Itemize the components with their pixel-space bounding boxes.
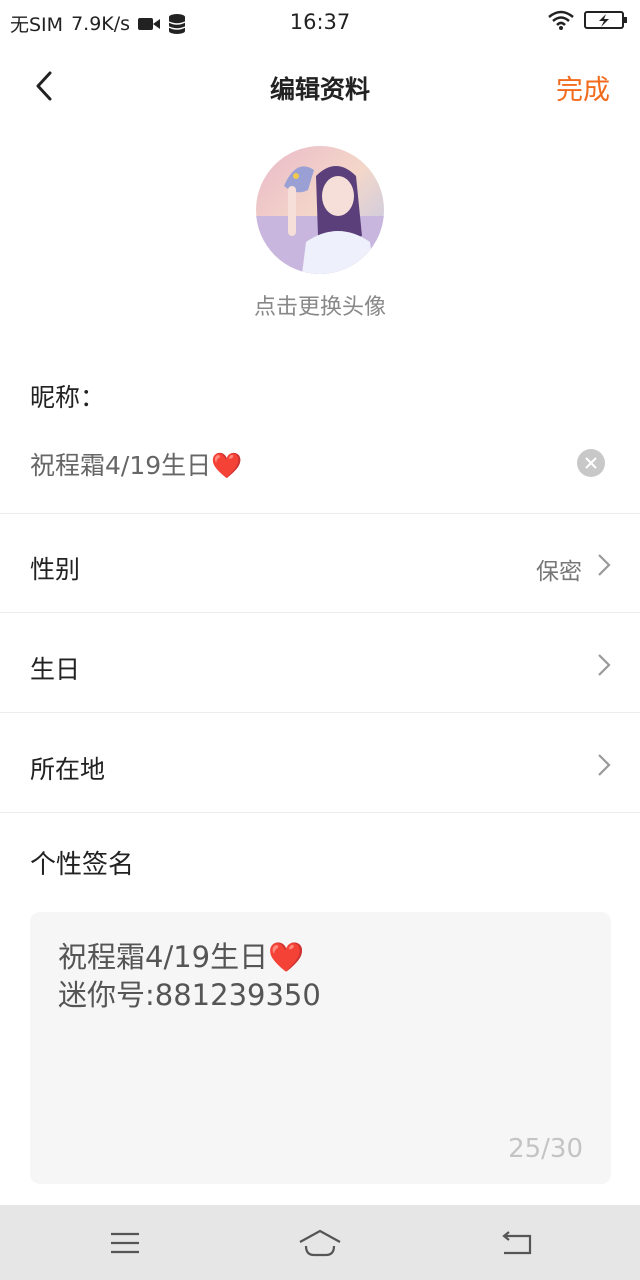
done-button[interactable]: 完成 [556,68,610,107]
row-label: 性别 [30,555,81,584]
row-location[interactable]: 所在地 [0,716,640,812]
close-icon [585,457,597,469]
avatar[interactable] [256,146,384,274]
row-birthday[interactable]: 生日 [0,616,640,712]
status-right [548,10,628,30]
menu-icon [111,1232,139,1254]
avatar-image [256,146,384,274]
status-time: 16:37 [289,10,351,34]
battery-charging-icon [584,11,627,29]
back-icon [502,1231,532,1255]
signature-text: 祝程霜4/19生日❤️ 迷你号:881239350 [58,940,321,1012]
row-label: 生日 [30,655,81,684]
signature-label: 个性签名 [30,850,135,880]
menu-button[interactable] [103,1223,147,1263]
row-gender[interactable]: 性别 保密 [0,516,640,612]
chevron-right-icon [598,754,611,776]
divider [0,612,640,613]
chevron-right-icon [598,654,611,676]
system-nav-bar [0,1205,640,1280]
nickname-input[interactable]: 祝程霜4/19生日❤️ [30,446,242,482]
change-avatar-hint[interactable]: 点击更换头像 [0,289,640,321]
back-nav-button[interactable] [494,1223,538,1263]
divider [0,513,640,514]
nickname-label: 昵称： [30,383,106,412]
row-value: 保密 [536,559,582,585]
row-label: 所在地 [30,755,106,784]
signature-textarea[interactable]: 祝程霜4/19生日❤️ 迷你号:881239350 25/30 [30,912,611,1184]
divider [0,812,640,813]
chevron-right-icon [598,554,611,576]
wifi-icon [548,10,574,30]
home-icon [299,1229,341,1257]
home-button[interactable] [298,1223,342,1263]
signature-char-count: 25/30 [508,1134,583,1164]
divider [0,712,640,713]
page-title: 编辑资料 [269,75,370,104]
clear-nickname-button[interactable] [577,449,605,477]
header: 编辑资料 完成 [0,56,640,118]
status-bar: 无SIM 7.9K/s 16:37 [0,0,640,44]
